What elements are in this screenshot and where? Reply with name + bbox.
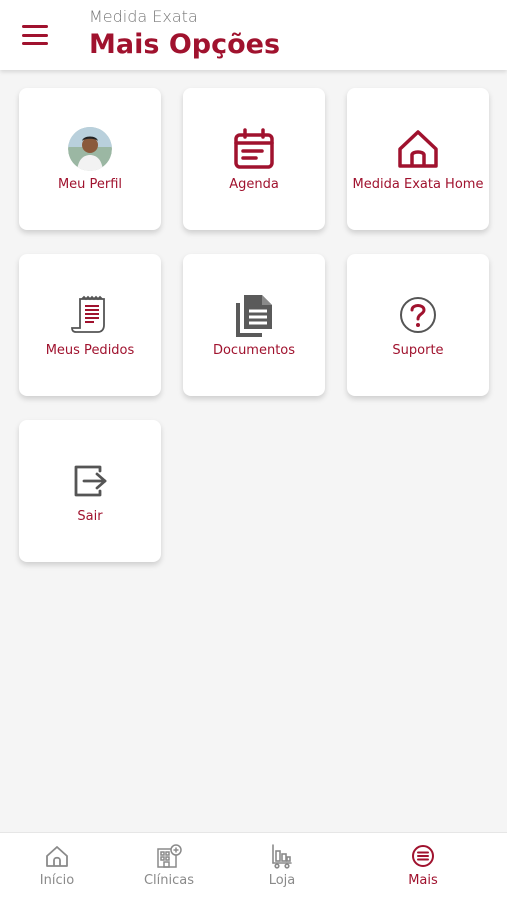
tile-documentos[interactable]: Documentos [183,254,325,396]
help-circle-icon [398,293,438,337]
tile-label: Meu Perfil [57,176,123,192]
calendar-icon [232,127,276,171]
nav-label: Mais [408,873,438,888]
page-title: Mais Opções [89,29,281,60]
nav-label: Loja [268,873,296,888]
tile-label: Meus Pedidos [45,342,135,358]
nav-clinicas[interactable]: Clínicas [129,843,209,888]
receipt-icon [70,293,110,337]
nav-inicio[interactable]: Início [17,843,97,888]
bottom-navigation: Início Clínicas Loja Mais [0,832,507,900]
tile-meu-perfil[interactable]: Meu Perfil [19,88,161,230]
tile-label: Sair [77,508,103,524]
store-icon [270,843,294,869]
logout-icon [70,459,110,503]
nav-loja[interactable]: Loja [242,843,322,888]
nav-label: Início [39,873,75,888]
avatar [68,126,112,171]
tile-meus-pedidos[interactable]: Meus Pedidos [19,254,161,396]
building-icon [156,843,182,869]
hamburger-menu-icon[interactable] [22,25,48,45]
tile-sair[interactable]: Sair [19,420,161,562]
tile-suporte[interactable]: Suporte [347,254,489,396]
app-header: Medida Exata Mais Opções [0,0,507,70]
tile-label: Documentos [212,342,296,358]
tile-agenda[interactable]: Agenda [183,88,325,230]
app-name: Medida Exata [89,7,198,26]
menu-circle-icon [411,843,435,869]
tile-medida-exata-home[interactable]: Medida Exata Home [347,88,489,230]
tile-label: Agenda [229,176,279,192]
tile-label: Suporte [392,342,444,358]
tile-label: Medida Exata Home [352,176,484,192]
nav-mais[interactable]: Mais [383,843,463,888]
documents-icon [234,293,274,337]
home-icon [45,843,69,869]
nav-label: Clínicas [143,873,195,888]
home-icon [396,127,440,171]
